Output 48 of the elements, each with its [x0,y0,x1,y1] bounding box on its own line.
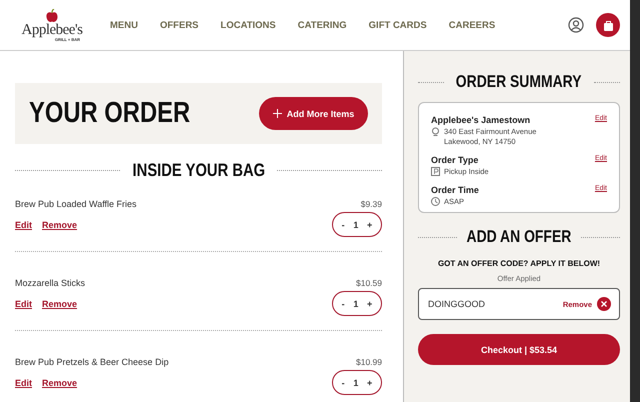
item-name: Brew Pub Loaded Waffle Fries [15,199,137,209]
decrease-button[interactable]: - [342,220,345,230]
detail-label: Applebee's Jamestown [431,115,530,125]
panel-title: ORDER SUMMARY [456,72,582,92]
remove-link[interactable]: Remove [42,298,78,308]
nav-link[interactable]: CATERING [298,20,347,30]
detail-label: Order Type [431,155,478,165]
nav-link[interactable]: OFFERS [160,20,199,30]
quantity-value: 1 [353,220,358,230]
pin-icon [431,127,440,136]
increase-button[interactable]: + [367,220,372,230]
user-icon[interactable] [568,17,584,33]
parking-icon [431,167,440,176]
item-price: $10.99 [356,357,382,367]
checkout-button[interactable]: Checkout | $53.54 [418,334,620,365]
nav-link[interactable]: CAREERS [448,20,496,30]
add-items-button[interactable]: Add More Items [259,97,368,130]
quantity-value: 1 [353,298,358,308]
nav-link[interactable]: GIFT CARDS [368,20,427,30]
apple-icon [45,8,59,22]
remove-link[interactable]: Remove [42,220,78,230]
decrease-button[interactable]: - [342,298,345,308]
quantity-value: 1 [353,378,358,388]
logo-text[interactable]: Applebee's [21,22,82,36]
bag-icon [602,20,614,30]
offer-prompt: GOT AN OFFER CODE? APPLY IT BELOW! [436,259,602,268]
close-icon[interactable] [597,297,611,311]
item-price: $10.59 [356,278,382,288]
increase-button[interactable]: + [367,298,372,308]
edit-link[interactable]: Edit [15,298,32,308]
item-name: Brew Pub Pretzels & Beer Cheese Dip [15,357,169,367]
edit-link[interactable]: Edit [15,220,32,230]
page-title: YOUR ORDER [29,97,190,130]
decrease-button[interactable]: - [342,378,345,388]
edit-link[interactable]: Edit [15,378,32,388]
item-price: $9.39 [360,199,382,209]
plus-icon [272,109,282,118]
increase-button[interactable]: + [367,378,372,388]
detail-label: Order Time [431,185,479,195]
scrollbar[interactable] [630,0,640,402]
remove-link[interactable]: Remove [42,378,78,388]
panel-title: ADD AN OFFER [466,227,572,247]
nav-link[interactable]: LOCATIONS [220,20,276,30]
item-name: Mozzarella Sticks [15,278,86,288]
section-title: INSIDE YOUR BAG [132,160,265,181]
clock-icon [431,197,440,206]
nav-link[interactable]: MENU [110,20,138,30]
bag-button[interactable] [596,13,620,37]
